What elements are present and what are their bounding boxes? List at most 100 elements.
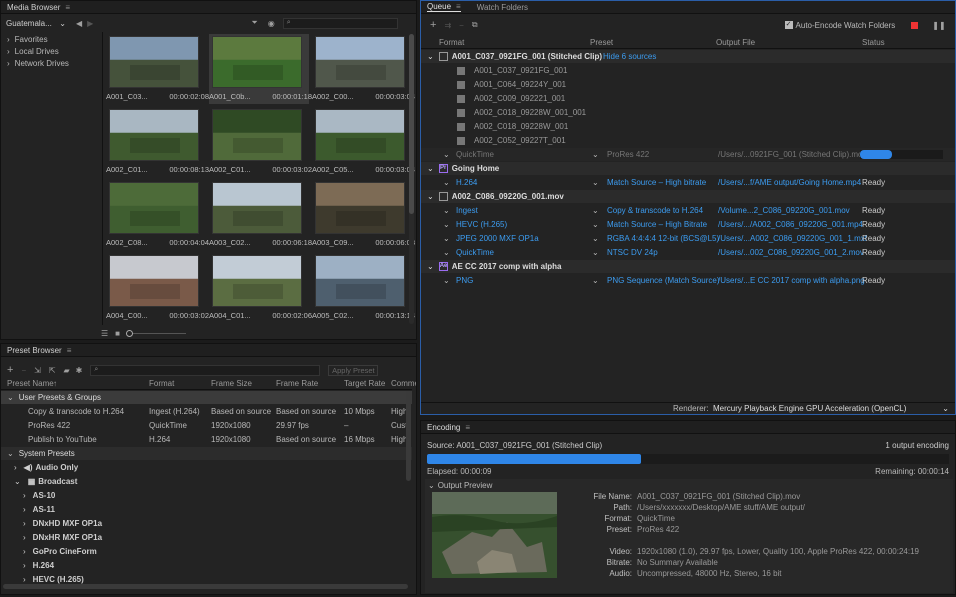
column-header[interactable]: Frame Rate (276, 379, 318, 388)
panel-menu-icon[interactable]: ≡ (465, 423, 470, 432)
clip-thumbnail[interactable]: A002_C05... 00:00:03:04 (312, 107, 415, 177)
clip-thumbnail[interactable]: A002_C01... 00:00:08:13 (106, 107, 209, 177)
tab-queue[interactable]: Queue ≡ (427, 2, 461, 12)
preset-category[interactable]: › AS-10 (1, 489, 412, 502)
output-file[interactable]: /Users/...E CC 2017 comp with alpha.png (718, 276, 865, 285)
output-preview-toggle[interactable]: ⌄ Output Preview (425, 480, 953, 490)
preset-category[interactable]: › DNxHD MXF OP1a (1, 517, 412, 530)
icon-view-icon[interactable]: ■ (115, 329, 120, 338)
preset-row[interactable]: Publish to YouTube H.264 1920x1080 Based on… (1, 433, 412, 446)
panel-menu-icon[interactable]: ≡ (67, 346, 72, 355)
tree-item-local-drives[interactable]: › Local Drives (1, 46, 101, 57)
output-file[interactable]: /Users/...0921FG_001 (Stitched Clip).mov (718, 150, 867, 159)
output-format[interactable]: QuickTime (456, 150, 494, 159)
queue-source-row[interactable]: ⌄ Pr Going Home (421, 162, 955, 175)
media-browser-tab[interactable]: Media Browser ≡ (1, 1, 416, 14)
queue-output-row[interactable]: ⌄ Ingest ⌄ Copy & transcode to H.264/Volume… (421, 204, 955, 217)
clip-thumbnail[interactable]: A001_C03... 00:00:02:08 (106, 34, 209, 104)
output-format[interactable]: QuickTime (456, 248, 494, 257)
output-format[interactable]: PNG (456, 276, 473, 285)
clip-thumbnail[interactable]: A002_C00... 00:00:03:04 (312, 34, 415, 104)
clip-thumbnail[interactable]: A002_C01... 00:00:03:02 (209, 107, 312, 177)
clip-thumbnail[interactable]: A003_C02... 00:00:06:18 (209, 180, 312, 250)
preset-browser-tab[interactable]: Preset Browser ≡ (1, 344, 416, 357)
output-file[interactable]: /Users/.../A002_C086_09220G_001.mp4 (718, 220, 863, 229)
clip-thumbnail[interactable]: A004_C01... 00:00:02:06 (209, 253, 312, 323)
clip-thumbnail[interactable]: A003_C09... 00:00:06:08 (312, 180, 415, 250)
preset-category[interactable]: › ◀) Audio Only (1, 461, 412, 474)
preset-category[interactable]: › H.264 (1, 559, 412, 572)
tree-item-favorites[interactable]: › Favorites (1, 34, 101, 45)
back-arrow-icon[interactable]: ◀ (76, 19, 82, 28)
export-icon[interactable]: ⇱ (49, 366, 56, 375)
remove-icon[interactable]: − (459, 21, 464, 30)
filter-icon[interactable]: ⏷ (251, 18, 257, 28)
queue-source-row[interactable]: ⌄ A001_C037_0921FG_001 (Stitched Clip) Hid… (421, 50, 955, 63)
add-source-icon[interactable]: + (430, 19, 436, 31)
search-input[interactable]: ⌕ (282, 17, 398, 29)
thumbnail-size-slider[interactable] (126, 329, 187, 337)
output-format[interactable]: Ingest (456, 206, 478, 215)
grid-scrollbar[interactable] (409, 34, 414, 324)
output-preset[interactable]: PNG Sequence (Match Source) (607, 276, 720, 285)
clip-thumbnail[interactable]: A002_C08... 00:00:04:04 (106, 180, 209, 250)
hide-sources-link[interactable]: Hide 6 sources (603, 52, 656, 61)
add-output-icon[interactable]: ⇉ (444, 21, 451, 30)
output-preset[interactable]: Copy & transcode to H.264 (607, 206, 703, 215)
panel-menu-icon[interactable]: ≡ (456, 2, 461, 11)
column-header[interactable]: Target Rate (344, 379, 385, 388)
preset-row[interactable]: Copy & transcode to H.264 Ingest (H.264) B… (1, 405, 412, 418)
queue-source-row[interactable]: ⌄ Ae AE CC 2017 comp with alpha (421, 260, 955, 273)
column-header[interactable]: Preset Name (7, 379, 54, 388)
user-presets-group[interactable]: ⌄ User Presets & Groups (1, 391, 412, 404)
output-format[interactable]: HEVC (H.265) (456, 220, 507, 229)
panel-menu-icon[interactable]: ≡ (65, 3, 70, 12)
add-icon[interactable]: + (7, 364, 13, 376)
queue-output-row[interactable]: ⌄ JPEG 2000 MXF OP1a ⌄ RGBA 4:4:4:4 12-bit … (421, 232, 955, 245)
clip-thumbnail[interactable]: A001_C0b... 00:00:01:18 (209, 34, 312, 104)
preset-horizontal-scrollbar[interactable] (3, 584, 408, 589)
queue-source-row[interactable]: ⌄ A002_C086_09220G_001.mov (421, 190, 955, 203)
eye-icon[interactable]: ◉ (268, 19, 275, 28)
folder-icon[interactable]: ▰ (64, 366, 70, 375)
tree-item-network-drives[interactable]: › Network Drives (1, 58, 101, 69)
output-file[interactable]: /Volume...2_C086_09220G_001.mov (718, 206, 850, 215)
preset-search-input[interactable]: ⌕ (90, 364, 321, 376)
preset-category[interactable]: ⌄ ▦ Broadcast (1, 475, 412, 488)
column-header[interactable]: Comme (391, 379, 416, 388)
output-file[interactable]: /Users/...A002_C086_09220G_001_1.mxf (718, 234, 867, 243)
stop-queue-icon[interactable] (911, 21, 919, 29)
output-preset[interactable]: Match Source – High bitrate (607, 178, 706, 187)
apply-preset-button[interactable]: Apply Preset (328, 364, 379, 376)
output-preset[interactable]: Match Source – High Bitrate (607, 220, 707, 229)
pause-queue-icon[interactable]: ❚❚ (932, 21, 945, 30)
output-preset[interactable]: RGBA 4:4:4:4 12-bit (BCS@L5) (607, 234, 719, 243)
output-file[interactable]: /Users/...002_C086_09220G_001_2.mov (718, 248, 864, 257)
settings-icon[interactable]: ✱ (76, 366, 83, 375)
queue-output-row[interactable]: ⌄ H.264 ⌄ Match Source – High bitrate/Users… (421, 176, 955, 189)
preset-category[interactable]: › GoPro CineForm (1, 545, 412, 558)
tab-watch-folders[interactable]: Watch Folders (477, 3, 528, 12)
renderer-dropdown[interactable]: Mercury Playback Engine GPU Acceleration… (713, 404, 949, 413)
preset-category[interactable]: › DNxHR MXF OP1a (1, 531, 412, 544)
column-header[interactable]: Format (149, 379, 174, 388)
import-icon[interactable]: ⇲ (34, 366, 41, 375)
remove-icon[interactable]: − (21, 366, 26, 375)
output-format[interactable]: H.264 (456, 178, 477, 187)
preset-row[interactable]: ProRes 422 QuickTime 1920x1080 29.97 fps – Cu… (1, 419, 412, 432)
preset-category[interactable]: › AS-11 (1, 503, 412, 516)
queue-output-row[interactable]: ⌄ QuickTime ⌄ ProRes 422/Users/...0921FG_00… (421, 148, 955, 161)
queue-output-row[interactable]: ⌄ PNG ⌄ PNG Sequence (Match Source)/Users/.… (421, 274, 955, 287)
clip-thumbnail[interactable]: A004_C00... 00:00:03:02 (106, 253, 209, 323)
forward-arrow-icon[interactable]: ▶ (87, 19, 93, 28)
output-format[interactable]: JPEG 2000 MXF OP1a (456, 234, 539, 243)
duplicate-icon[interactable]: ⧉ (472, 20, 478, 30)
clip-thumbnail[interactable]: A005_C02... 00:00:13:14 (312, 253, 415, 323)
system-presets-group[interactable]: ⌄ System Presets (1, 447, 412, 460)
queue-output-row[interactable]: ⌄ HEVC (H.265) ⌄ Match Source – High Bitrat… (421, 218, 955, 231)
preset-vertical-scrollbar[interactable] (406, 391, 411, 481)
auto-encode-checkbox[interactable]: ✓ Auto-Encode Watch Folders (784, 21, 895, 30)
column-header[interactable]: Frame Size (211, 379, 252, 388)
queue-output-row[interactable]: ⌄ QuickTime ⌄ NTSC DV 24p/Users/...002_C086… (421, 246, 955, 259)
output-file[interactable]: /Users/...f/AME output/Going Home.mp4 (718, 178, 861, 187)
